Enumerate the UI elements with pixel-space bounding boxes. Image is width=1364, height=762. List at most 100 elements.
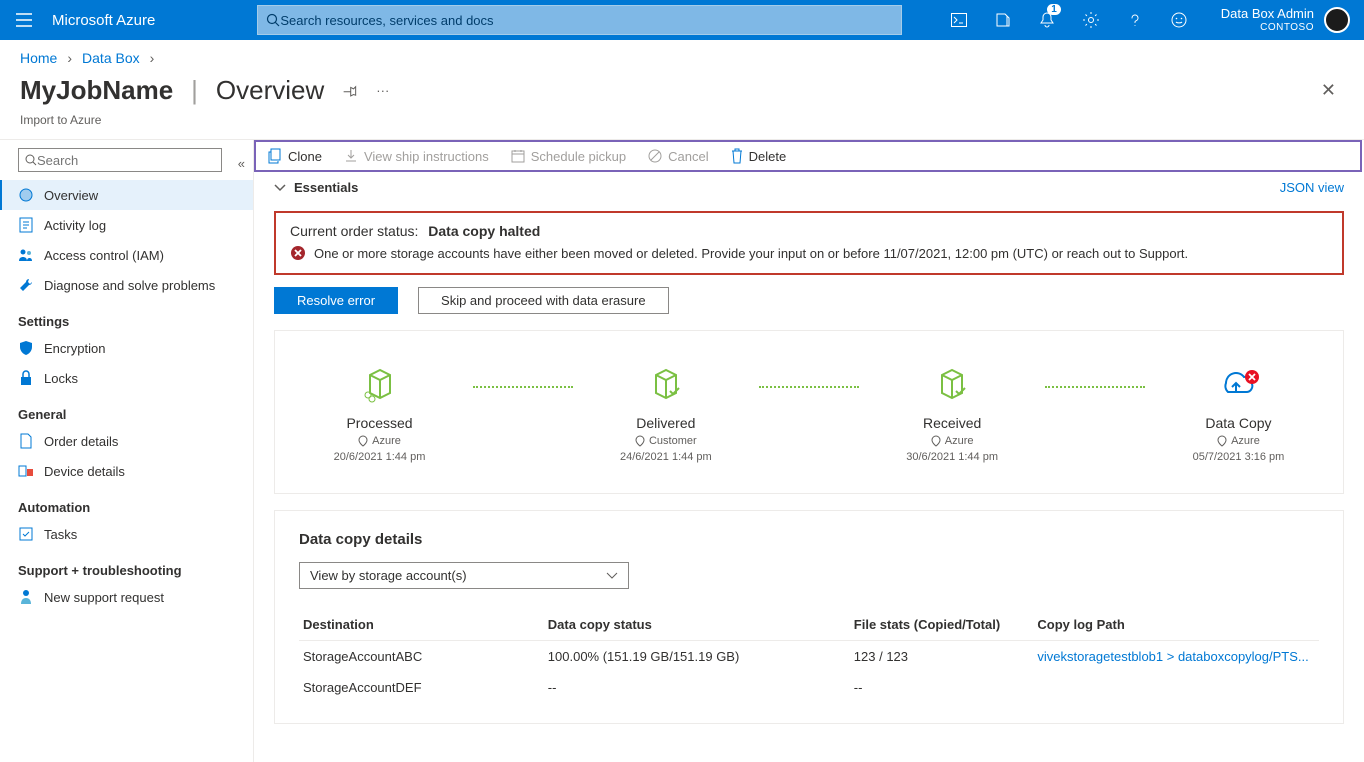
close-icon[interactable]: ✕	[1313, 72, 1344, 109]
search-icon	[25, 154, 37, 166]
table-row: StorageAccountABC 100.00% (151.19 GB/151…	[299, 641, 1319, 673]
table-row: StorageAccountDEF -- --	[299, 672, 1319, 703]
menu-icon[interactable]	[0, 0, 48, 40]
sidebar-search-input[interactable]	[37, 153, 215, 168]
sidebar-item-encryption[interactable]: Encryption	[0, 333, 253, 363]
sidebar-item-access-control[interactable]: Access control (IAM)	[0, 240, 253, 270]
sidebar-item-overview[interactable]: Overview	[0, 180, 253, 210]
skip-erasure-button[interactable]: Skip and proceed with data erasure	[418, 287, 669, 314]
sidebar-item-new-support[interactable]: New support request	[0, 582, 253, 612]
people-icon	[18, 247, 34, 263]
breadcrumb-home[interactable]: Home	[20, 50, 57, 66]
sidebar-heading-settings: Settings	[0, 300, 253, 333]
essentials-label: Essentials	[294, 180, 358, 195]
document-icon	[18, 433, 34, 449]
sidebar-heading-support: Support + troubleshooting	[0, 549, 253, 582]
sidebar-item-device-details[interactable]: Device details	[0, 456, 253, 486]
sidebar-item-label: Activity log	[44, 218, 106, 233]
action-row: Resolve error Skip and proceed with data…	[254, 287, 1364, 330]
timeline-step-processed: Processed Azure 20/6/2021 1:44 pm	[334, 361, 426, 463]
toolbar: Clone View ship instructions Schedule pi…	[254, 140, 1362, 172]
sidebar-item-activity-log[interactable]: Activity log	[0, 210, 253, 240]
page-subtitle: Import to Azure	[0, 113, 1364, 139]
processed-icon	[356, 361, 404, 409]
avatar	[1324, 7, 1350, 33]
sidebar-item-locks[interactable]: Locks	[0, 363, 253, 393]
details-title: Data copy details	[299, 531, 1319, 548]
view-ship-button[interactable]: View ship instructions	[344, 149, 489, 164]
delete-button[interactable]: Delete	[731, 148, 787, 164]
portal-name[interactable]: Microsoft Azure	[48, 12, 167, 29]
feedback-icon[interactable]	[1157, 0, 1201, 40]
details-card: Data copy details View by storage accoun…	[274, 510, 1344, 724]
datacopy-icon	[1214, 361, 1262, 409]
sidebar-item-label: Overview	[44, 188, 98, 203]
sidebar-item-tasks[interactable]: Tasks	[0, 519, 253, 549]
help-icon[interactable]	[1113, 0, 1157, 40]
search-icon	[266, 13, 280, 27]
error-icon	[290, 245, 306, 263]
status-label: Current order status:	[290, 223, 418, 239]
col-log: Copy log Path	[1033, 609, 1319, 641]
breadcrumb-databox[interactable]: Data Box	[82, 50, 140, 66]
chevron-down-icon[interactable]	[274, 184, 286, 192]
chevron-right-icon: ›	[150, 50, 155, 66]
schedule-pickup-button[interactable]: Schedule pickup	[511, 149, 626, 164]
account-menu[interactable]: Data Box Admin CONTOSO	[1201, 7, 1364, 33]
timeline-step-datacopy: Data Copy Azure 05/7/2021 3:16 pm	[1193, 361, 1285, 463]
cancel-icon	[648, 149, 662, 163]
sidebar-search[interactable]	[18, 148, 222, 172]
lock-icon	[18, 370, 34, 386]
shield-icon	[18, 340, 34, 356]
sidebar-item-label: Order details	[44, 434, 118, 449]
sidebar-item-label: Tasks	[44, 527, 77, 542]
chevron-right-icon: ›	[67, 50, 72, 66]
col-status: Data copy status	[544, 609, 850, 641]
sidebar-item-label: Encryption	[44, 341, 105, 356]
settings-icon[interactable]	[1069, 0, 1113, 40]
location-icon	[635, 435, 645, 447]
col-stats: File stats (Copied/Total)	[850, 609, 1034, 641]
account-tenant: CONTOSO	[1221, 22, 1314, 33]
sidebar: « Overview Activity log Access control (…	[0, 140, 254, 762]
resolve-error-button[interactable]: Resolve error	[274, 287, 398, 314]
copy-log-link[interactable]: vivekstoragetestblob1 > databoxcopylog/P…	[1037, 649, 1308, 664]
json-view-link[interactable]: JSON view	[1280, 180, 1344, 195]
device-icon	[18, 463, 34, 479]
sidebar-item-diagnose[interactable]: Diagnose and solve problems	[0, 270, 253, 300]
global-search[interactable]	[257, 5, 902, 35]
global-search-input[interactable]	[280, 13, 893, 28]
location-icon	[931, 435, 941, 447]
more-icon[interactable]: ···	[376, 83, 389, 98]
tasks-icon	[18, 526, 34, 542]
clone-icon	[268, 148, 282, 164]
copy-details-table: Destination Data copy status File stats …	[299, 609, 1319, 703]
essentials-row: Essentials JSON view	[254, 172, 1364, 203]
view-select[interactable]: View by storage account(s)	[299, 562, 629, 589]
status-value: Data copy halted	[428, 223, 540, 239]
delivered-icon	[642, 361, 690, 409]
directory-icon[interactable]	[981, 0, 1025, 40]
calendar-icon	[511, 149, 525, 163]
breadcrumb: Home › Data Box ›	[0, 40, 1364, 72]
notifications-icon[interactable]: 1	[1025, 0, 1069, 40]
chevron-down-icon	[606, 572, 618, 580]
sidebar-item-label: Diagnose and solve problems	[44, 278, 215, 293]
cloud-shell-icon[interactable]	[937, 0, 981, 40]
support-icon	[18, 589, 34, 605]
overview-icon	[18, 187, 34, 203]
pin-icon[interactable]	[342, 83, 358, 99]
wrench-icon	[18, 277, 34, 293]
page-title: MyJobName	[20, 75, 173, 106]
collapse-sidebar-icon[interactable]: «	[230, 156, 253, 171]
download-icon	[344, 149, 358, 163]
timeline-step-delivered: Delivered Customer 24/6/2021 1:44 pm	[620, 361, 712, 463]
sidebar-item-order-details[interactable]: Order details	[0, 426, 253, 456]
sidebar-heading-automation: Automation	[0, 486, 253, 519]
cancel-button[interactable]: Cancel	[648, 149, 708, 164]
clone-button[interactable]: Clone	[268, 148, 322, 164]
delete-icon	[731, 148, 743, 164]
status-box: Current order status: Data copy halted O…	[274, 211, 1344, 275]
sidebar-item-label: Device details	[44, 464, 125, 479]
account-name: Data Box Admin	[1221, 7, 1314, 21]
